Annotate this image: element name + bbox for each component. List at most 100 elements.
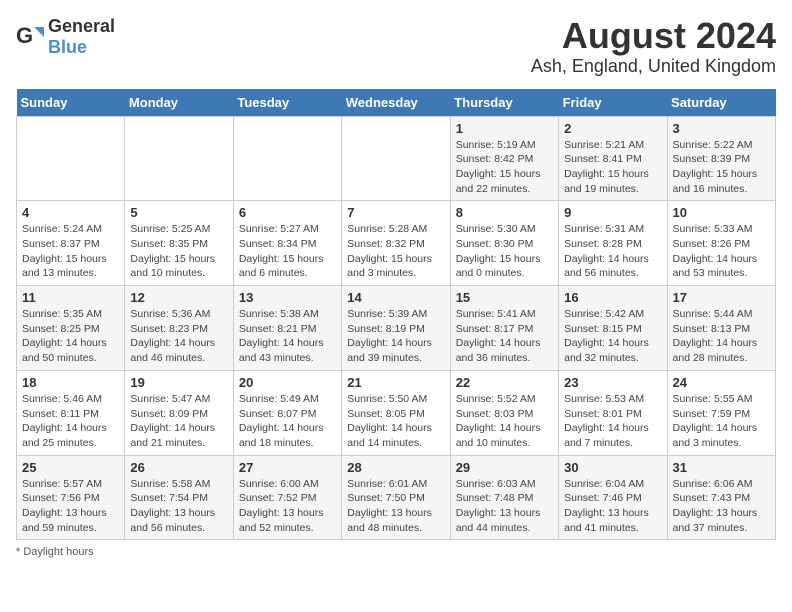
day-info: Sunrise: 5:21 AMSunset: 8:41 PMDaylight:… (564, 138, 661, 197)
logo: G General Blue (16, 16, 115, 58)
day-cell: 20 Sunrise: 5:49 AMSunset: 8:07 PMDayligh… (233, 370, 341, 455)
day-number: 23 (564, 375, 661, 390)
day-info: Sunrise: 6:06 AMSunset: 7:43 PMDaylight:… (673, 477, 770, 536)
day-number: 10 (673, 205, 770, 220)
day-cell: 26 Sunrise: 5:58 AMSunset: 7:54 PMDayligh… (125, 455, 233, 540)
day-info: Sunrise: 5:27 AMSunset: 8:34 PMDaylight:… (239, 222, 336, 281)
day-cell: 13 Sunrise: 5:38 AMSunset: 8:21 PMDayligh… (233, 286, 341, 371)
day-info: Sunrise: 5:42 AMSunset: 8:15 PMDaylight:… (564, 307, 661, 366)
page-header: G General Blue August 2024 Ash, England,… (16, 16, 776, 77)
day-number: 12 (130, 290, 227, 305)
day-cell: 23 Sunrise: 5:53 AMSunset: 8:01 PMDayligh… (559, 370, 667, 455)
day-number: 27 (239, 460, 336, 475)
header-row: SundayMondayTuesdayWednesdayThursdayFrid… (17, 89, 776, 117)
day-cell: 7Sunrise: 5:28 AMSunset: 8:32 PMDaylight… (342, 201, 450, 286)
day-cell: 17Sunrise: 5:44 AMSunset: 8:13 PMDayligh… (667, 286, 775, 371)
day-number: 29 (456, 460, 553, 475)
day-number: 2 (564, 121, 661, 136)
day-info: Sunrise: 5:24 AMSunset: 8:37 PMDaylight:… (22, 222, 119, 281)
logo-blue: Blue (48, 37, 87, 57)
week-row-5: 25Sunrise: 5:57 AMSunset: 7:56 PMDayligh… (17, 455, 776, 540)
day-cell: 3 Sunrise: 5:22 AMSunset: 8:39 PMDaylight… (667, 116, 775, 201)
day-cell: 12 Sunrise: 5:36 AMSunset: 8:23 PMDayligh… (125, 286, 233, 371)
day-cell: 4 Sunrise: 5:24 AMSunset: 8:37 PMDaylight… (17, 201, 125, 286)
day-cell: 15Sunrise: 5:41 AMSunset: 8:17 PMDayligh… (450, 286, 558, 371)
page-title: August 2024 (531, 16, 776, 56)
header-cell-thursday: Thursday (450, 89, 558, 117)
day-info: Sunrise: 5:30 AMSunset: 8:30 PMDaylight:… (456, 222, 553, 281)
day-cell: 28Sunrise: 6:01 AMSunset: 7:50 PMDayligh… (342, 455, 450, 540)
day-info: Sunrise: 5:35 AMSunset: 8:25 PMDaylight:… (22, 307, 119, 366)
day-cell: 2 Sunrise: 5:21 AMSunset: 8:41 PMDaylight… (559, 116, 667, 201)
day-info: Sunrise: 5:19 AMSunset: 8:42 PMDaylight:… (456, 138, 553, 197)
header-cell-wednesday: Wednesday (342, 89, 450, 117)
day-cell: 29 Sunrise: 6:03 AMSunset: 7:48 PMDayligh… (450, 455, 558, 540)
day-info: Sunrise: 5:55 AMSunset: 7:59 PMDaylight:… (673, 392, 770, 451)
day-info: Sunrise: 5:44 AMSunset: 8:13 PMDaylight:… (673, 307, 770, 366)
day-number: 20 (239, 375, 336, 390)
day-cell: 22 Sunrise: 5:52 AMSunset: 8:03 PMDayligh… (450, 370, 558, 455)
day-info: Sunrise: 5:36 AMSunset: 8:23 PMDaylight:… (130, 307, 227, 366)
day-info: Sunrise: 5:58 AMSunset: 7:54 PMDaylight:… (130, 477, 227, 536)
day-info: Sunrise: 5:53 AMSunset: 8:01 PMDaylight:… (564, 392, 661, 451)
day-number: 26 (130, 460, 227, 475)
day-cell: 18Sunrise: 5:46 AMSunset: 8:11 PMDayligh… (17, 370, 125, 455)
day-cell: 19Sunrise: 5:47 AMSunset: 8:09 PMDayligh… (125, 370, 233, 455)
day-info: Sunrise: 5:57 AMSunset: 7:56 PMDaylight:… (22, 477, 119, 536)
day-number: 21 (347, 375, 444, 390)
title-block: August 2024 Ash, England, United Kingdom (531, 16, 776, 77)
logo-general: General (48, 16, 115, 36)
footer-note: * Daylight hours (16, 546, 776, 558)
logo-icon: G (16, 23, 44, 51)
day-info: Sunrise: 5:50 AMSunset: 8:05 PMDaylight:… (347, 392, 444, 451)
day-cell: 31Sunrise: 6:06 AMSunset: 7:43 PMDayligh… (667, 455, 775, 540)
day-info: Sunrise: 5:52 AMSunset: 8:03 PMDaylight:… (456, 392, 553, 451)
day-number: 24 (673, 375, 770, 390)
day-info: Sunrise: 5:38 AMSunset: 8:21 PMDaylight:… (239, 307, 336, 366)
day-number: 3 (673, 121, 770, 136)
header-cell-monday: Monday (125, 89, 233, 117)
day-cell: 27 Sunrise: 6:00 AMSunset: 7:52 PMDayligh… (233, 455, 341, 540)
day-number: 6 (239, 205, 336, 220)
day-cell: 10 Sunrise: 5:33 AMSunset: 8:26 PMDayligh… (667, 201, 775, 286)
day-info: Sunrise: 5:41 AMSunset: 8:17 PMDaylight:… (456, 307, 553, 366)
header-cell-saturday: Saturday (667, 89, 775, 117)
day-number: 30 (564, 460, 661, 475)
day-number: 5 (130, 205, 227, 220)
day-number: 9 (564, 205, 661, 220)
day-cell (342, 116, 450, 201)
day-info: Sunrise: 6:04 AMSunset: 7:46 PMDaylight:… (564, 477, 661, 536)
calendar-table: SundayMondayTuesdayWednesdayThursdayFrid… (16, 89, 776, 541)
day-info: Sunrise: 5:33 AMSunset: 8:26 PMDaylight:… (673, 222, 770, 281)
day-info: Sunrise: 6:00 AMSunset: 7:52 PMDaylight:… (239, 477, 336, 536)
day-number: 13 (239, 290, 336, 305)
svg-text:G: G (16, 23, 33, 48)
day-number: 4 (22, 205, 119, 220)
header-cell-friday: Friday (559, 89, 667, 117)
week-row-1: 1 Sunrise: 5:19 AMSunset: 8:42 PMDaylight… (17, 116, 776, 201)
day-cell: 24 Sunrise: 5:55 AMSunset: 7:59 PMDayligh… (667, 370, 775, 455)
day-number: 7 (347, 205, 444, 220)
day-number: 18 (22, 375, 119, 390)
day-info: Sunrise: 5:25 AMSunset: 8:35 PMDaylight:… (130, 222, 227, 281)
day-cell: 16Sunrise: 5:42 AMSunset: 8:15 PMDayligh… (559, 286, 667, 371)
header-cell-tuesday: Tuesday (233, 89, 341, 117)
day-info: Sunrise: 5:22 AMSunset: 8:39 PMDaylight:… (673, 138, 770, 197)
page-subtitle: Ash, England, United Kingdom (531, 56, 776, 77)
footer-text: Daylight hours (23, 546, 93, 558)
day-cell (17, 116, 125, 201)
day-cell: 11 Sunrise: 5:35 AMSunset: 8:25 PMDayligh… (17, 286, 125, 371)
header-cell-sunday: Sunday (17, 89, 125, 117)
day-number: 11 (22, 290, 119, 305)
day-info: Sunrise: 6:01 AMSunset: 7:50 PMDaylight:… (347, 477, 444, 536)
calendar-body: 1 Sunrise: 5:19 AMSunset: 8:42 PMDaylight… (17, 116, 776, 540)
day-number: 22 (456, 375, 553, 390)
day-cell (125, 116, 233, 201)
day-number: 1 (456, 121, 553, 136)
week-row-2: 4 Sunrise: 5:24 AMSunset: 8:37 PMDaylight… (17, 201, 776, 286)
day-cell: 8Sunrise: 5:30 AMSunset: 8:30 PMDaylight… (450, 201, 558, 286)
day-number: 19 (130, 375, 227, 390)
day-info: Sunrise: 6:03 AMSunset: 7:48 PMDaylight:… (456, 477, 553, 536)
day-info: Sunrise: 5:49 AMSunset: 8:07 PMDaylight:… (239, 392, 336, 451)
day-cell: 6 Sunrise: 5:27 AMSunset: 8:34 PMDaylight… (233, 201, 341, 286)
